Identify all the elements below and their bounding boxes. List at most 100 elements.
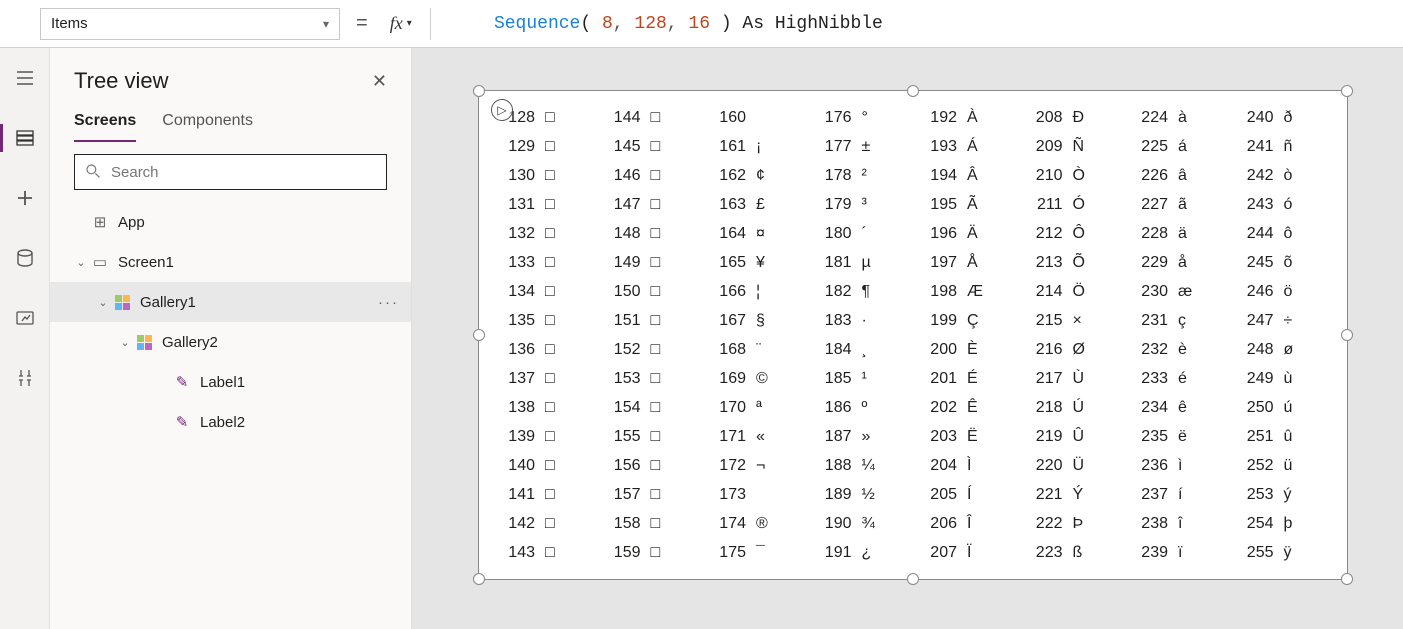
gallery-cell[interactable]: 159□ xyxy=(597,538,703,567)
gallery-cell[interactable]: 202Ê xyxy=(913,393,1019,422)
gallery-cell[interactable]: 221Ý xyxy=(1019,480,1125,509)
gallery-cell[interactable]: 177± xyxy=(808,132,914,161)
gallery-cell[interactable]: 239ï xyxy=(1124,538,1230,567)
gallery-cell[interactable]: 166¦ xyxy=(702,277,808,306)
gallery-cell[interactable]: 253ý xyxy=(1230,480,1336,509)
gallery-cell[interactable]: 139□ xyxy=(491,422,597,451)
gallery-cell[interactable]: 152□ xyxy=(597,335,703,364)
gallery-cell[interactable]: 129□ xyxy=(491,132,597,161)
gallery-cell[interactable]: 140□ xyxy=(491,451,597,480)
gallery-cell[interactable]: 161¡ xyxy=(702,132,808,161)
gallery1-control[interactable]: ▷ 128□129□130□131□132□133□134□135□136□13… xyxy=(478,90,1348,580)
gallery-cell[interactable]: 151□ xyxy=(597,306,703,335)
advanced-tools-icon[interactable] xyxy=(5,362,45,394)
gallery-cell[interactable]: 175¯ xyxy=(702,538,808,567)
gallery-cell[interactable]: 232è xyxy=(1124,335,1230,364)
gallery-cell[interactable]: 130□ xyxy=(491,161,597,190)
gallery-cell[interactable]: 212Ô xyxy=(1019,219,1125,248)
gallery-cell[interactable]: 248ø xyxy=(1230,335,1336,364)
gallery-cell[interactable]: 143□ xyxy=(491,538,597,567)
resize-handle[interactable] xyxy=(1341,85,1353,97)
gallery-cell[interactable]: 241ñ xyxy=(1230,132,1336,161)
gallery-cell[interactable]: 216Ø xyxy=(1019,335,1125,364)
gallery-cell[interactable]: 244ô xyxy=(1230,219,1336,248)
resize-handle[interactable] xyxy=(907,573,919,585)
gallery-cell[interactable]: 193Á xyxy=(913,132,1019,161)
gallery-cell[interactable]: 237í xyxy=(1124,480,1230,509)
gallery-cell[interactable]: 209Ñ xyxy=(1019,132,1125,161)
gallery-cell[interactable]: 251û xyxy=(1230,422,1336,451)
search-field[interactable] xyxy=(111,164,376,181)
gallery-cell[interactable]: 234ê xyxy=(1124,393,1230,422)
tree-item-screen1[interactable]: ⌄Screen1 xyxy=(50,242,411,282)
gallery-cell[interactable]: 173 xyxy=(702,480,808,509)
gallery-cell[interactable]: 158□ xyxy=(597,509,703,538)
gallery-cell[interactable]: 153□ xyxy=(597,364,703,393)
chevron-down-icon[interactable]: ⌄ xyxy=(72,256,90,269)
data-icon[interactable] xyxy=(5,242,45,274)
gallery-cell[interactable]: 199Ç xyxy=(913,306,1019,335)
gallery-cell[interactable]: 224à xyxy=(1124,103,1230,132)
gallery-cell[interactable]: 252ü xyxy=(1230,451,1336,480)
gallery-cell[interactable]: 245õ xyxy=(1230,248,1336,277)
gallery-cell[interactable]: 145□ xyxy=(597,132,703,161)
gallery-cell[interactable]: 187» xyxy=(808,422,914,451)
gallery-cell[interactable]: 254þ xyxy=(1230,509,1336,538)
gallery-cell[interactable]: 144□ xyxy=(597,103,703,132)
gallery-cell[interactable]: 204Ì xyxy=(913,451,1019,480)
gallery-cell[interactable]: 189½ xyxy=(808,480,914,509)
gallery-cell[interactable]: 133□ xyxy=(491,248,597,277)
gallery-cell[interactable]: 249ù xyxy=(1230,364,1336,393)
gallery-cell[interactable]: 191¿ xyxy=(808,538,914,567)
gallery-cell[interactable]: 230æ xyxy=(1124,277,1230,306)
fx-button[interactable]: fx ▾ xyxy=(384,13,418,34)
gallery-cell[interactable]: 210Ò xyxy=(1019,161,1125,190)
gallery-cell[interactable]: 227ã xyxy=(1124,190,1230,219)
gallery-cell[interactable]: 163£ xyxy=(702,190,808,219)
gallery-cell[interactable]: 201É xyxy=(913,364,1019,393)
more-icon[interactable]: ··· xyxy=(378,294,399,311)
gallery-cell[interactable]: 226â xyxy=(1124,161,1230,190)
gallery-cell[interactable]: 213Õ xyxy=(1019,248,1125,277)
gallery-cell[interactable]: 150□ xyxy=(597,277,703,306)
gallery-cell[interactable]: 157□ xyxy=(597,480,703,509)
gallery-cell[interactable]: 247÷ xyxy=(1230,306,1336,335)
gallery-cell[interactable]: 162¢ xyxy=(702,161,808,190)
gallery-cell[interactable]: 236ì xyxy=(1124,451,1230,480)
gallery-cell[interactable]: 181µ xyxy=(808,248,914,277)
gallery-cell[interactable]: 170ª xyxy=(702,393,808,422)
gallery-cell[interactable]: 147□ xyxy=(597,190,703,219)
gallery-cell[interactable]: 134□ xyxy=(491,277,597,306)
gallery-cell[interactable]: 190¾ xyxy=(808,509,914,538)
gallery-cell[interactable]: 208Ð xyxy=(1019,103,1125,132)
resize-handle[interactable] xyxy=(473,573,485,585)
insert-icon[interactable] xyxy=(5,182,45,214)
gallery-cell[interactable]: 172¬ xyxy=(702,451,808,480)
tree-item-gallery2[interactable]: ⌄Gallery2 xyxy=(50,322,411,362)
gallery-cell[interactable]: 228ä xyxy=(1124,219,1230,248)
media-icon[interactable] xyxy=(5,302,45,334)
resize-handle[interactable] xyxy=(1341,573,1353,585)
gallery-cell[interactable]: 188¼ xyxy=(808,451,914,480)
gallery-cell[interactable]: 233é xyxy=(1124,364,1230,393)
gallery-cell[interactable]: 242ò xyxy=(1230,161,1336,190)
gallery-cell[interactable]: 203Ë xyxy=(913,422,1019,451)
resize-handle[interactable] xyxy=(907,85,919,97)
gallery-cell[interactable]: 229å xyxy=(1124,248,1230,277)
resize-handle[interactable] xyxy=(473,329,485,341)
tree-item-app[interactable]: App xyxy=(50,202,411,242)
resize-handle[interactable] xyxy=(473,85,485,97)
gallery-cell[interactable]: 231ç xyxy=(1124,306,1230,335)
gallery-cell[interactable]: 217Ù xyxy=(1019,364,1125,393)
gallery-cell[interactable]: 194Â xyxy=(913,161,1019,190)
gallery-cell[interactable]: 192À xyxy=(913,103,1019,132)
tree-view-icon[interactable] xyxy=(5,122,45,154)
gallery-cell[interactable]: 156□ xyxy=(597,451,703,480)
gallery-cell[interactable]: 219Û xyxy=(1019,422,1125,451)
close-icon[interactable]: ✕ xyxy=(372,71,387,92)
gallery-cell[interactable]: 165¥ xyxy=(702,248,808,277)
gallery-cell[interactable]: 207Ï xyxy=(913,538,1019,567)
tree-item-label2[interactable]: Label2 xyxy=(50,402,411,442)
canvas[interactable]: ▷ 128□129□130□131□132□133□134□135□136□13… xyxy=(412,48,1403,629)
gallery-cell[interactable]: 174® xyxy=(702,509,808,538)
